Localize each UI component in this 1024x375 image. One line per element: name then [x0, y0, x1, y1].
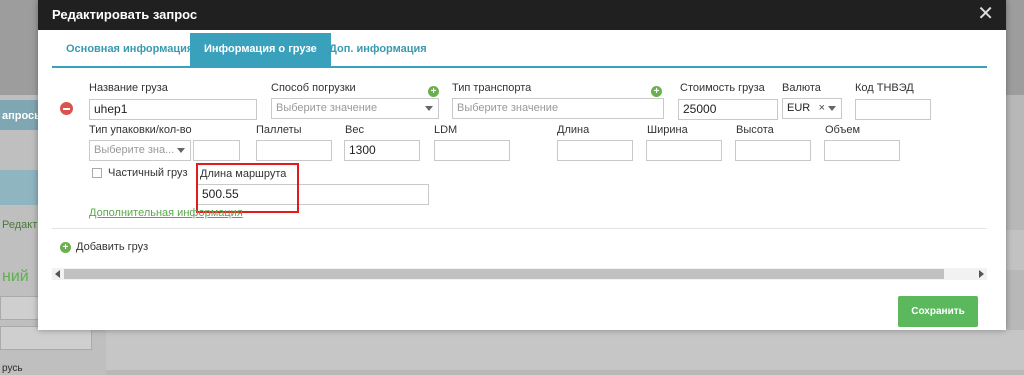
modal-header: Редактировать запрос ✕	[38, 0, 1006, 30]
width-label: Ширина	[647, 124, 688, 136]
width-field[interactable]	[646, 140, 722, 161]
packaging-label: Тип упаковки/кол-во	[89, 124, 192, 136]
scroll-right-icon[interactable]	[979, 270, 984, 278]
partial-cargo-label: Частичный груз	[108, 167, 188, 179]
tnved-code-field[interactable]	[855, 99, 931, 120]
cargo-cost-label: Стоимость груза	[680, 82, 765, 94]
currency-label: Валюта	[782, 82, 821, 94]
chevron-down-icon	[828, 106, 836, 111]
tab-cargo-info[interactable]: Информация о грузе	[190, 33, 331, 66]
horizontal-scrollbar[interactable]	[52, 268, 987, 280]
loading-method-select[interactable]: Выберите значение	[271, 98, 439, 119]
pallets-label: Паллеты	[256, 124, 302, 136]
cargo-name-label: Название груза	[89, 82, 168, 94]
transport-type-placeholder: Выберите значение	[457, 102, 559, 114]
volume-label: Объем	[825, 124, 861, 136]
background-text: русь	[2, 363, 23, 374]
background-heading: ний	[2, 268, 29, 285]
edit-request-modal: Редактировать запрос ✕ Основная информац…	[38, 0, 1006, 330]
cargo-cost-field[interactable]: 25000	[678, 99, 778, 120]
loading-method-label: Способ погрузки	[271, 82, 356, 94]
scroll-thumb[interactable]	[64, 269, 944, 279]
packaging-quantity-field[interactable]	[193, 140, 240, 161]
packaging-select[interactable]: Выберите зна...	[89, 140, 191, 161]
partial-cargo-checkbox[interactable]	[92, 168, 102, 178]
weight-label: Вес	[345, 124, 364, 136]
add-cargo-icon[interactable]: +	[60, 242, 71, 253]
additional-info-link[interactable]: Дополнительная информация	[89, 207, 243, 219]
ldm-label: LDM	[434, 124, 458, 136]
ldm-field[interactable]	[434, 140, 510, 161]
tab-extra-info[interactable]: Доп. информация	[315, 33, 441, 66]
tab-main-info[interactable]: Основная информация	[52, 33, 207, 66]
remove-cargo-icon[interactable]	[60, 102, 73, 115]
transport-type-label: Тип транспорта	[452, 82, 532, 94]
divider	[52, 228, 987, 229]
chevron-down-icon	[177, 148, 185, 153]
length-label: Длина	[557, 124, 590, 136]
close-icon[interactable]: ✕	[977, 4, 994, 24]
pallets-field[interactable]	[256, 140, 332, 161]
cargo-name-field[interactable]: uhep1	[89, 99, 257, 120]
transport-type-select[interactable]: Выберите значение	[452, 98, 664, 119]
chevron-down-icon	[425, 106, 433, 111]
add-transport-type-icon[interactable]: +	[651, 86, 662, 97]
packaging-placeholder: Выберите зна...	[94, 144, 175, 156]
add-cargo-button[interactable]: Добавить груз	[76, 241, 148, 253]
background-card	[106, 330, 1024, 370]
tabs-underline	[52, 66, 987, 68]
weight-field[interactable]: 1300	[344, 140, 420, 161]
background-title: апрось	[2, 110, 41, 122]
save-button[interactable]: Сохранить	[898, 296, 978, 327]
height-field[interactable]	[735, 140, 811, 161]
currency-value: EUR	[787, 102, 811, 114]
currency-select[interactable]: EUR ×	[782, 98, 842, 119]
clear-icon[interactable]: ×	[819, 99, 825, 118]
volume-field[interactable]	[824, 140, 900, 161]
length-field[interactable]	[557, 140, 633, 161]
add-loading-method-icon[interactable]: +	[428, 86, 439, 97]
tnved-code-label: Код ТНВЭД	[855, 82, 914, 94]
scroll-left-icon[interactable]	[55, 270, 60, 278]
modal-title: Редактировать запрос	[52, 7, 198, 22]
loading-method-placeholder: Выберите значение	[276, 102, 378, 114]
background-sidebar-band	[0, 170, 38, 205]
highlight-box	[196, 163, 299, 213]
height-label: Высота	[736, 124, 774, 136]
